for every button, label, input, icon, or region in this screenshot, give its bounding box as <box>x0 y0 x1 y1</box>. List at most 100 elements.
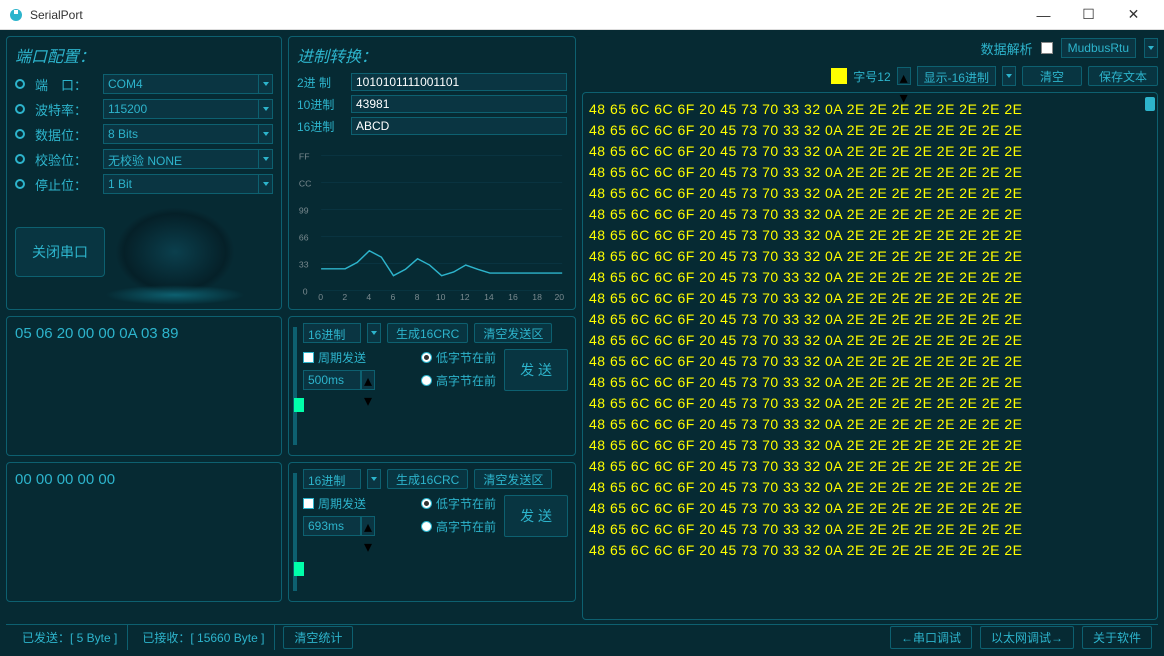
hex-input[interactable] <box>351 117 567 135</box>
display-format-select[interactable]: 显示-16进制 <box>917 66 996 86</box>
send-button-1[interactable]: 发 送 <box>504 349 568 391</box>
port-dropdown[interactable] <box>259 74 273 94</box>
close-port-button[interactable]: 关闭串口 <box>15 227 105 277</box>
hex-box-1[interactable]: 05 06 20 00 00 0A 03 89 <box>6 316 282 456</box>
parity-dropdown[interactable] <box>259 149 273 169</box>
close-button[interactable]: ✕ <box>1111 1 1156 29</box>
svg-text:18: 18 <box>532 292 542 302</box>
high-byte-radio-1[interactable] <box>421 375 432 386</box>
svg-text:12: 12 <box>460 292 470 302</box>
gen-crc-button-2[interactable]: 生成16CRC <box>387 469 468 489</box>
period-input-2[interactable]: 693ms <box>303 516 361 536</box>
scrollbar[interactable] <box>1145 97 1155 615</box>
chevron-down-icon <box>263 132 269 136</box>
decimal-input[interactable] <box>351 95 567 113</box>
titlebar: SerialPort — ☐ ✕ <box>0 0 1164 30</box>
high-byte-radio-2[interactable] <box>421 521 432 532</box>
slider-track-2[interactable] <box>293 473 297 591</box>
recv-bytes: 已接收：[ 15660 Byte ] <box>132 625 275 650</box>
period-spinner-1[interactable]: ▴▾ <box>361 370 375 390</box>
hex-text-1: 05 06 20 00 00 0A 03 89 <box>15 325 178 342</box>
convert-panel: 进制转换： 2进 制 10进制 16进制 FFCC9966330 <box>288 36 576 310</box>
font-size-label: 字号12 <box>853 68 890 85</box>
stop-bits-select[interactable]: 1 Bit <box>103 174 259 194</box>
minimize-button[interactable]: — <box>1021 1 1066 29</box>
ethernet-debug-button[interactable]: 以太网调试→ <box>980 626 1074 649</box>
gen-crc-button-1[interactable]: 生成16CRC <box>387 323 468 343</box>
hex-box-2[interactable]: 00 00 00 00 00 <box>6 462 282 602</box>
low-byte-radio-2[interactable] <box>421 498 432 509</box>
chevron-down-icon <box>263 157 269 161</box>
data-display[interactable]: 48 65 6C 6C 6F 20 45 73 70 33 32 0A 2E 2… <box>582 92 1158 620</box>
stop-bits-dropdown[interactable] <box>259 174 273 194</box>
clear-send-button-1[interactable]: 清空发送区 <box>474 323 552 343</box>
slider-thumb-2[interactable] <box>294 562 304 576</box>
data-parse-checkbox[interactable] <box>1041 42 1053 54</box>
port-config-panel: 端口配置： 端 口：COM4 波特率：115200 数据位：8 Bits 校验位… <box>6 36 282 310</box>
window-title: SerialPort <box>30 8 1021 22</box>
svg-text:8: 8 <box>415 292 420 302</box>
data-bits-dropdown[interactable] <box>259 124 273 144</box>
low-byte-radio-1[interactable] <box>421 352 432 363</box>
modbus-dropdown[interactable] <box>1144 38 1158 58</box>
format-dropdown-2[interactable] <box>367 469 381 489</box>
send-panel-1: 16进制 生成16CRC 清空发送区 周期发送 500ms▴▾ 低字节在前 <box>288 316 576 456</box>
svg-text:16: 16 <box>508 292 518 302</box>
svg-text:CC: CC <box>299 178 312 188</box>
waveform-chart: FFCC9966330 02468101214161820 <box>297 143 567 303</box>
svg-text:14: 14 <box>484 292 494 302</box>
baud-dropdown[interactable] <box>259 99 273 119</box>
svg-text:33: 33 <box>299 259 309 269</box>
port-select[interactable]: COM4 <box>103 74 259 94</box>
color-swatch[interactable] <box>831 68 847 84</box>
sent-bytes: 已发送：[ 5 Byte ] <box>12 625 128 650</box>
about-button[interactable]: 关于软件 <box>1082 626 1152 649</box>
periodic-checkbox-2[interactable] <box>303 498 314 509</box>
low-byte-label-2: 低字节在前 <box>436 495 496 512</box>
baud-select[interactable]: 115200 <box>103 99 259 119</box>
data-bits-label: 数据位： <box>35 125 103 144</box>
slider-track-1[interactable] <box>293 327 297 445</box>
display-format-dropdown[interactable] <box>1002 66 1016 86</box>
svg-text:FF: FF <box>299 151 310 161</box>
font-size-spinner[interactable]: ▴▾ <box>897 67 911 85</box>
format-select-2[interactable]: 16进制 <box>303 469 361 489</box>
port-label: 端 口： <box>35 75 103 94</box>
parity-label: 校验位： <box>35 150 103 169</box>
low-byte-label-1: 低字节在前 <box>436 349 496 366</box>
modbus-select[interactable]: MudbusRtu <box>1061 38 1136 58</box>
period-spinner-2[interactable]: ▴▾ <box>361 516 375 536</box>
clear-stats-button[interactable]: 清空统计 <box>283 626 353 649</box>
periodic-label-1: 周期发送 <box>318 349 366 366</box>
bullet-icon <box>15 79 25 89</box>
period-input-1[interactable]: 500ms <box>303 370 361 390</box>
slider-thumb-1[interactable] <box>294 398 304 412</box>
port-config-title: 端口配置： <box>15 43 273 67</box>
svg-text:99: 99 <box>299 205 309 215</box>
app-icon <box>8 7 24 23</box>
periodic-checkbox-1[interactable] <box>303 352 314 363</box>
clear-button[interactable]: 清空 <box>1022 66 1082 86</box>
send-button-2[interactable]: 发 送 <box>504 495 568 537</box>
serial-debug-button[interactable]: ←串口调试 <box>890 626 972 649</box>
decimal-label: 10进制 <box>297 96 345 113</box>
parity-select[interactable]: 无校验 NONE <box>103 149 259 169</box>
chevron-down-icon <box>1006 74 1012 78</box>
clear-send-button-2[interactable]: 清空发送区 <box>474 469 552 489</box>
high-byte-label-2: 高字节在前 <box>436 518 496 535</box>
chevron-down-icon <box>371 477 377 481</box>
maximize-button[interactable]: ☐ <box>1066 1 1111 29</box>
scroll-thumb[interactable] <box>1145 97 1155 111</box>
data-bits-select[interactable]: 8 Bits <box>103 124 259 144</box>
baud-label: 波特率： <box>35 100 103 119</box>
format-dropdown-1[interactable] <box>367 323 381 343</box>
stop-bits-label: 停止位： <box>35 175 103 194</box>
svg-text:4: 4 <box>366 292 371 302</box>
globe-icon <box>115 207 235 297</box>
send-panel-2: 16进制 生成16CRC 清空发送区 周期发送 693ms▴▾ 低字节在前 <box>288 462 576 602</box>
svg-text:0: 0 <box>318 292 323 302</box>
bullet-icon <box>15 154 25 164</box>
save-text-button[interactable]: 保存文本 <box>1088 66 1158 86</box>
format-select-1[interactable]: 16进制 <box>303 323 361 343</box>
binary-input[interactable] <box>351 73 567 91</box>
